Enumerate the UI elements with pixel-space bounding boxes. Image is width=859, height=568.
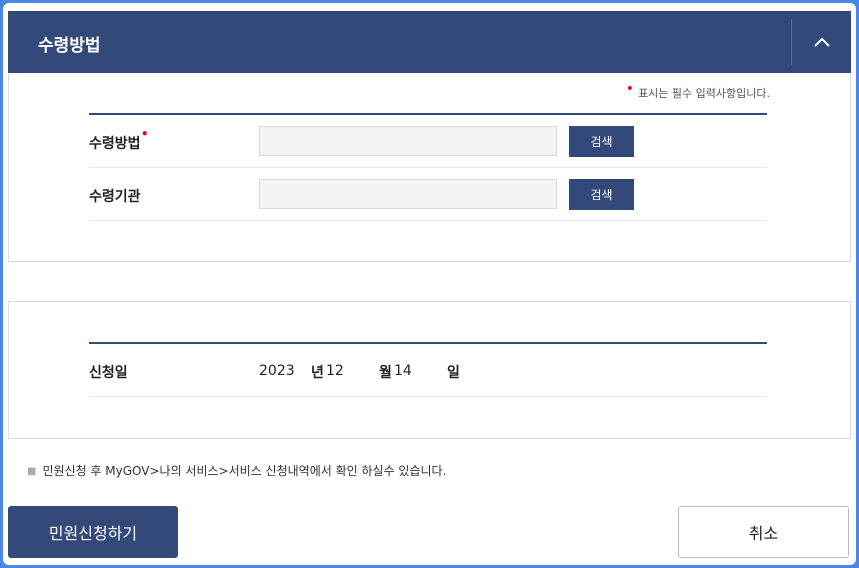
date-day: 14 — [394, 363, 412, 379]
date-day-unit: 일 — [447, 365, 460, 381]
form-row-receive-agency: 수령기관 검색 — [89, 168, 767, 221]
cancel-button[interactable]: 취소 — [678, 506, 849, 558]
form-row-receive-method: 수령방법 • 검색 — [89, 115, 767, 168]
notice-text: ■ 민원신청 후 MyGOV>나의 서비스>서비스 신청내역에서 확인 하실수 있… — [27, 464, 447, 478]
section-header: 수령방법 — [8, 11, 851, 73]
collapse-toggle-button[interactable] — [792, 11, 851, 73]
bullet-icon: ■ — [27, 466, 37, 477]
required-marker: • — [625, 81, 635, 97]
application-date-section: 신청일 2023 년 12 월 14 일 — [8, 301, 851, 439]
required-marker: • — [140, 127, 149, 141]
dialog-frame: 수령방법 •표시는 필수 입력사항입니다. 수령방법• 검색 수령기관 검색 — [3, 3, 856, 565]
receive-method-input[interactable] — [259, 126, 557, 156]
receive-method-search-button[interactable]: 검색 — [569, 126, 634, 157]
field-label: 수령기관 — [89, 189, 141, 205]
receive-method-section: • 표시는 필수 입력사항입니다. 수령방법 • 검색 수령기관 검색 — [8, 73, 851, 262]
form-row-application-date: 신청일 2023 년 12 월 14 일 — [89, 344, 767, 397]
chevron-up-icon — [813, 37, 830, 47]
required-note-text: 표시는 필수 입력사항입니다. — [638, 87, 770, 100]
required-note: • 표시는 필수 입력사항입니다. — [626, 81, 770, 101]
field-label: 수령방법 • — [89, 127, 149, 152]
date-month: 12 — [326, 363, 344, 379]
field-label: 신청일 — [89, 365, 128, 381]
apply-button[interactable]: 민원신청하기 — [8, 506, 178, 558]
receive-agency-input[interactable] — [259, 179, 557, 209]
date-year: 2023 — [259, 363, 295, 379]
date-month-unit: 월 — [379, 365, 392, 381]
receive-agency-search-button[interactable]: 검색 — [569, 179, 634, 210]
section-title: 수령방법 — [38, 36, 101, 56]
date-year-unit: 년 — [311, 365, 324, 381]
